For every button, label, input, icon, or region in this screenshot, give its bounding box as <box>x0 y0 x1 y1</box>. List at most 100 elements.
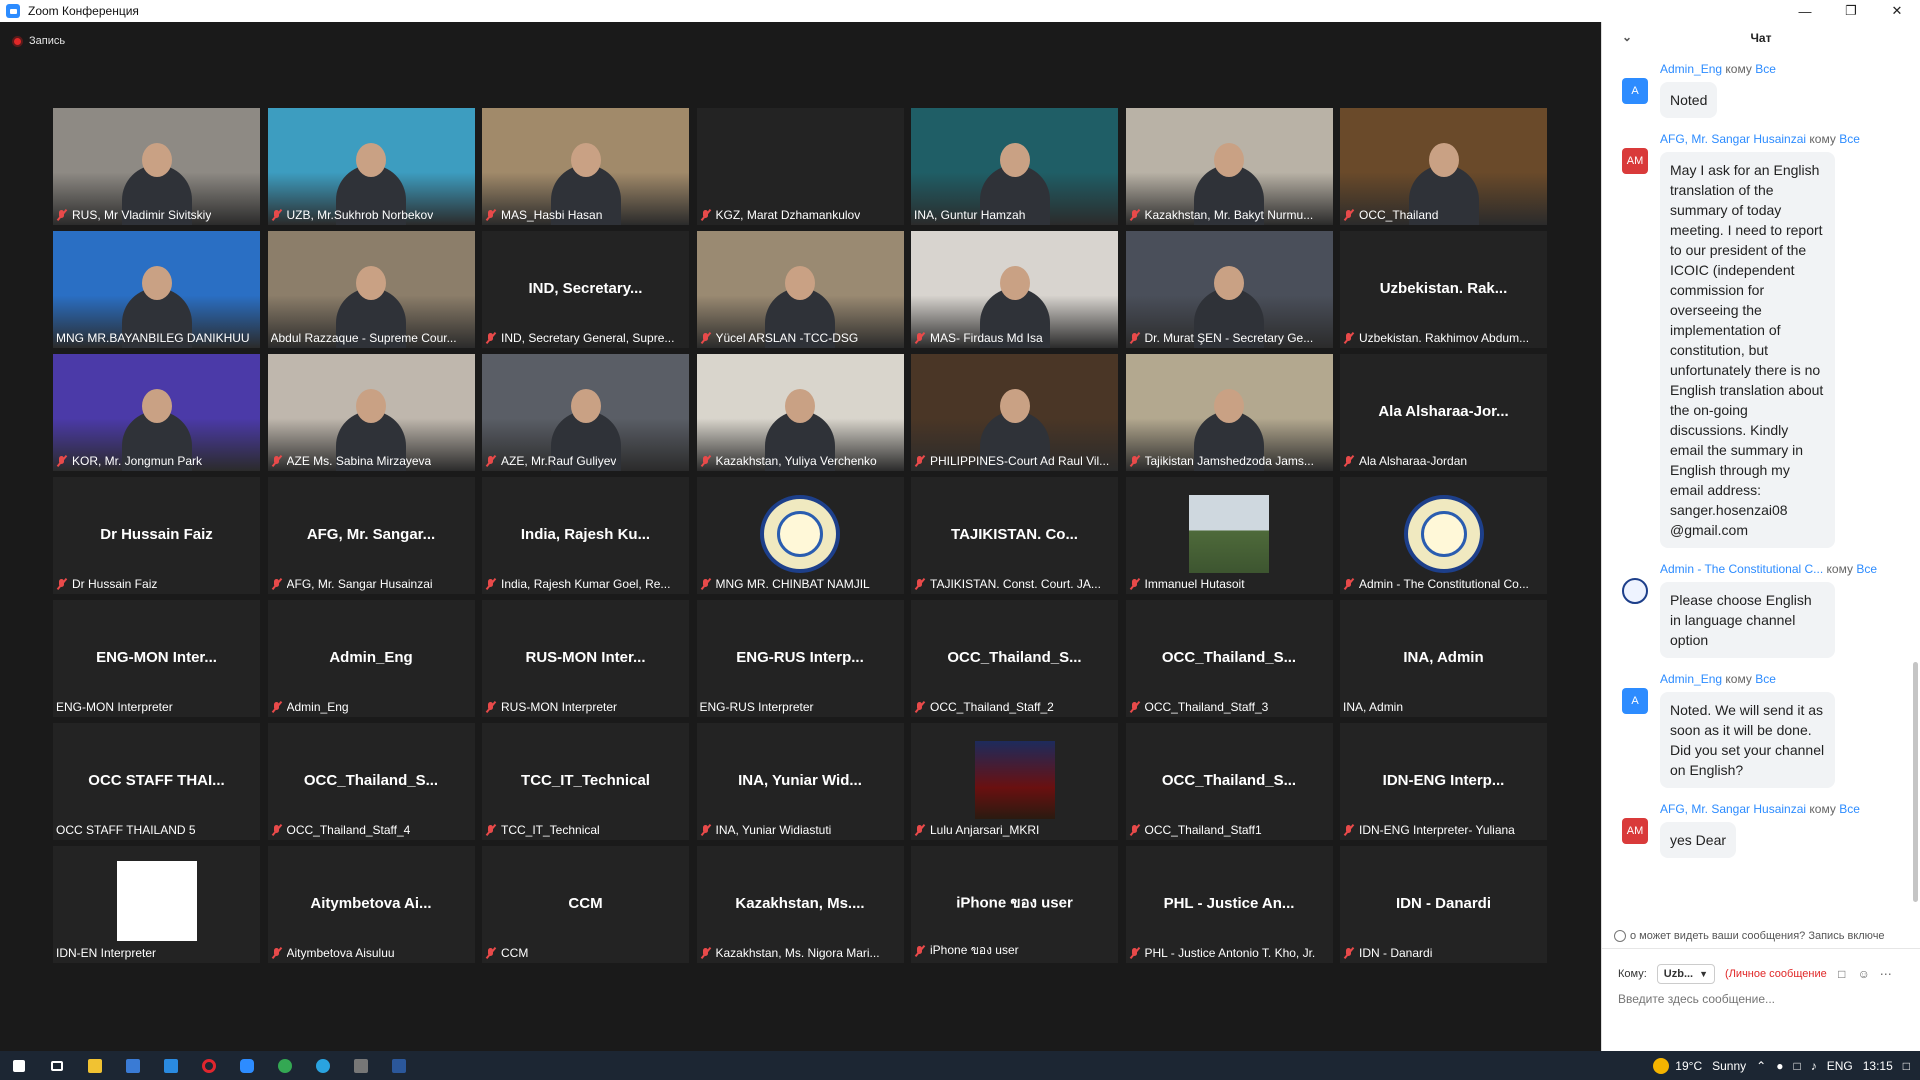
participant-tile[interactable]: Yücel ARSLAN -TCC-DSG <box>696 231 904 348</box>
participant-tile[interactable]: TAJIKISTAN. Co... TAJIKISTAN. Const. Cour… <box>911 477 1118 594</box>
message-bubble[interactable]: May I ask for an English translation of … <box>1660 152 1835 548</box>
temperature[interactable]: 19°C <box>1675 1059 1702 1073</box>
participant-tile[interactable]: MNG MR. CHINBAT NAMJIL <box>696 477 904 594</box>
file-explorer-icon[interactable] <box>76 1051 114 1080</box>
clock[interactable]: 13:15 <box>1863 1059 1893 1073</box>
minimize-button[interactable]: — <box>1782 0 1828 22</box>
participant-tile[interactable]: Ala Alsharaa-Jor... Ala Alsharaa-Jordan <box>1340 354 1547 471</box>
participant-tile[interactable]: Uzbekistan. Rak... Uzbekistan. Rakhimov A… <box>1340 231 1547 348</box>
volume-icon[interactable]: ♪ <box>1811 1059 1817 1073</box>
microphone-icon[interactable]: ● <box>1776 1059 1783 1073</box>
file-icon[interactable]: □ <box>1835 967 1849 981</box>
message-recipient[interactable]: Все <box>1839 802 1860 816</box>
participant-tile[interactable]: MAS- Firdaus Md Isa <box>911 231 1118 348</box>
message-sender[interactable]: Admin_Eng <box>1660 62 1722 76</box>
participant-tile[interactable]: IDN-EN Interpreter <box>53 846 260 963</box>
participant-tile[interactable]: INA, Guntur Hamzah <box>911 108 1118 225</box>
participant-tile[interactable]: OCC_Thailand <box>1340 108 1547 225</box>
participant-tile[interactable]: IDN - Danardi IDN - Danardi <box>1340 846 1547 963</box>
message-sender[interactable]: Admin - The Constitutional C... <box>1660 562 1823 576</box>
chevron-down-icon[interactable]: ⌄ <box>1622 30 1632 44</box>
scrollbar-thumb[interactable] <box>1913 662 1918 902</box>
participant-tile[interactable]: RUS-MON Inter... RUS-MON Interpreter <box>482 600 689 717</box>
recording-indicator[interactable]: Запись <box>12 35 65 47</box>
participant-tile[interactable]: IDN-ENG Interp... IDN-ENG Interpreter- Yu… <box>1340 723 1547 840</box>
message-recipient[interactable]: Все <box>1755 62 1776 76</box>
message-bubble[interactable]: yes Dear <box>1660 822 1737 858</box>
participant-tile[interactable]: OCC_Thailand_S... OCC_Thailand_Staff_3 <box>1125 600 1333 717</box>
participant-tile[interactable]: INA, Admin INA, Admin <box>1340 600 1547 717</box>
network-icon[interactable]: □ <box>1793 1059 1800 1073</box>
message-recipient[interactable]: Все <box>1839 132 1860 146</box>
participant-tile[interactable]: ENG-MON Inter... ENG-MON Interpreter <box>53 600 260 717</box>
participant-tile[interactable]: ENG-RUS Interp... ENG-RUS Interpreter <box>696 600 904 717</box>
participant-tile[interactable]: UZB, Mr.Sukhrob Norbekov <box>267 108 475 225</box>
participant-tile[interactable]: Tajikistan Jamshedzoda Jams... <box>1125 354 1333 471</box>
chat-scrollbar[interactable] <box>1913 62 1918 1062</box>
more-icon[interactable]: ⋯ <box>1879 967 1893 981</box>
participant-tile[interactable]: OCC_Thailand_S... OCC_Thailand_Staff_2 <box>911 600 1118 717</box>
participant-tile[interactable]: Dr Hussain Faiz Dr Hussain Faiz <box>53 477 260 594</box>
participant-tile[interactable]: AZE, Mr.Rauf Guliyev <box>482 354 689 471</box>
participant-tile[interactable]: TCC_IT_Technical TCC_IT_Technical <box>482 723 689 840</box>
weather-sun-icon[interactable] <box>1653 1057 1670 1074</box>
chat-input[interactable] <box>1618 992 1910 1006</box>
tray-chevron-icon[interactable]: ⌃ <box>1756 1059 1766 1073</box>
message-recipient[interactable]: Все <box>1755 672 1776 686</box>
message-sender[interactable]: Admin_Eng <box>1660 672 1722 686</box>
participant-tile[interactable]: IND, Secretary... IND, Secretary General,… <box>482 231 689 348</box>
notifications-icon[interactable]: □ <box>1903 1059 1910 1073</box>
participant-tile[interactable]: India, Rajesh Ku... India, Rajesh Kumar G… <box>482 477 689 594</box>
participant-tile[interactable]: Admin - The Constitutional Co... <box>1340 477 1547 594</box>
message-bubble[interactable]: Noted <box>1660 82 1718 118</box>
zoom-taskbar-icon[interactable] <box>228 1051 266 1080</box>
participant-tile[interactable]: Aitymbetova Ai... Aitymbetova Aisuluu <box>267 846 475 963</box>
close-button[interactable]: ✕ <box>1874 0 1920 22</box>
participant-tile[interactable]: Lulu Anjarsari_MKRI <box>911 723 1118 840</box>
participant-tile[interactable]: OCC_Thailand_S... OCC_Thailand_Staff1 <box>1125 723 1333 840</box>
message-bubble[interactable]: Please choose English in language channe… <box>1660 582 1835 658</box>
participant-tile[interactable]: CCM CCM <box>482 846 689 963</box>
word-icon[interactable] <box>380 1051 418 1080</box>
participant-tile[interactable]: Dr. Murat ŞEN - Secretary Ge... <box>1125 231 1333 348</box>
chat-message-list[interactable]: Admin_Eng кому Все A Noted AFG, Mr. Sang… <box>1602 62 1912 922</box>
participant-tile[interactable]: MAS_Hasbi Hasan <box>482 108 689 225</box>
participant-tile[interactable]: PHL - Justice An... PHL - Justice Antonio… <box>1125 846 1333 963</box>
participant-tile[interactable]: KGZ, Marat Dzhamankulov <box>696 108 904 225</box>
participant-tile[interactable]: MNG MR.BAYANBILEG DANIKHUU <box>53 231 260 348</box>
participant-tile[interactable]: INA, Yuniar Wid... INA, Yuniar Widiastuti <box>696 723 904 840</box>
participant-tile[interactable]: RUS, Mr Vladimir Sivitskiy <box>53 108 260 225</box>
message-recipient[interactable]: Все <box>1856 562 1877 576</box>
participant-tile[interactable]: Kazakhstan, Mr. Bakyt Nurmu... <box>1125 108 1333 225</box>
language-indicator[interactable]: ENG <box>1827 1059 1853 1073</box>
emoji-icon[interactable]: ☺ <box>1857 967 1871 981</box>
participant-tile[interactable]: Kazakhstan, Ms.... Kazakhstan, Ms. Nigora… <box>696 846 904 963</box>
store-icon[interactable] <box>114 1051 152 1080</box>
weather-text[interactable]: Sunny <box>1712 1059 1746 1073</box>
recipient-select[interactable]: Uzb... ▼ <box>1656 964 1716 984</box>
participant-tile[interactable]: Kazakhstan, Yuliya Verchenko <box>696 354 904 471</box>
participant-tile[interactable]: iPhone ของ user iPhone ของ user <box>911 846 1118 963</box>
participant-tile[interactable]: Admin_Eng Admin_Eng <box>267 600 475 717</box>
participant-tile[interactable]: Abdul Razzaque - Supreme Cour... <box>267 231 475 348</box>
maximize-button[interactable]: ❐ <box>1828 0 1874 22</box>
chat-privacy-note[interactable]: о может видеть ваши сообщения? Запись вк… <box>1614 930 1916 942</box>
task-view-icon[interactable] <box>38 1051 76 1080</box>
windows-start-icon[interactable] <box>0 1051 38 1080</box>
participant-tile[interactable]: PHILIPPINES-Court Ad Raul Vil... <box>911 354 1118 471</box>
opera-icon[interactable] <box>190 1051 228 1080</box>
chrome-icon[interactable] <box>266 1051 304 1080</box>
participant-name-label: Uzbekistan. Rakhimov Abdum... <box>1343 331 1544 345</box>
app-icon[interactable] <box>342 1051 380 1080</box>
mail-icon[interactable] <box>152 1051 190 1080</box>
participant-tile[interactable]: KOR, Mr. Jongmun Park <box>53 354 260 471</box>
participant-tile[interactable]: AFG, Mr. Sangar... AFG, Mr. Sangar Husain… <box>267 477 475 594</box>
participant-tile[interactable]: OCC_Thailand_S... OCC_Thailand_Staff_4 <box>267 723 475 840</box>
participant-tile[interactable]: AZE Ms. Sabina Mirzayeva <box>267 354 475 471</box>
message-sender[interactable]: AFG, Mr. Sangar Husainzai <box>1660 132 1806 146</box>
message-sender[interactable]: AFG, Mr. Sangar Husainzai <box>1660 802 1806 816</box>
participant-tile[interactable]: OCC STAFF THAI... OCC STAFF THAILAND 5 <box>53 723 260 840</box>
participant-tile[interactable]: Immanuel Hutasoit <box>1125 477 1333 594</box>
message-bubble[interactable]: Noted. We will send it as soon as it wil… <box>1660 692 1835 788</box>
telegram-icon[interactable] <box>304 1051 342 1080</box>
